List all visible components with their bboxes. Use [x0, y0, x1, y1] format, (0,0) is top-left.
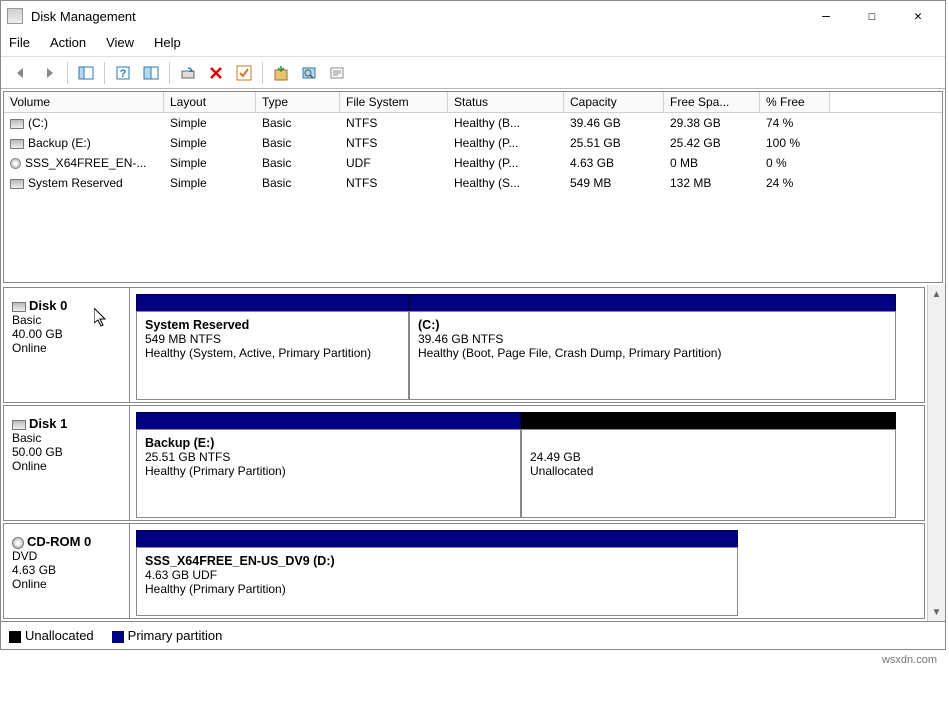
partition-strip-unalloc[interactable]: [521, 412, 896, 430]
partition-box[interactable]: 24.49 GBUnallocated: [521, 429, 896, 518]
partition-strip-primary[interactable]: [136, 530, 738, 548]
toolbar: ?: [1, 57, 945, 89]
disk-graphical-view[interactable]: Disk 0Basic40.00 GBOnlineSystem Reserved…: [1, 285, 927, 621]
forward-button[interactable]: [37, 61, 61, 85]
minimize-button[interactable]: —: [803, 2, 849, 30]
properties-icon[interactable]: [325, 61, 349, 85]
attribution: wsxdn.com: [0, 650, 949, 670]
delete-icon[interactable]: [204, 61, 228, 85]
col-type[interactable]: Type: [256, 92, 340, 112]
close-button[interactable]: ✕: [895, 2, 941, 30]
maximize-button[interactable]: ☐: [849, 2, 895, 30]
legend: Unallocated Primary partition: [1, 621, 945, 649]
svg-text:?: ?: [120, 68, 127, 80]
partition-box[interactable]: SSS_X64FREE_EN-US_DV9 (D:)4.63 GB UDFHea…: [136, 547, 738, 616]
col-filesystem[interactable]: File System: [340, 92, 448, 112]
volume-list[interactable]: Volume Layout Type File System Status Ca…: [3, 91, 943, 283]
scroll-down-icon[interactable]: ▼: [928, 603, 945, 621]
disk-row[interactable]: Disk 0Basic40.00 GBOnlineSystem Reserved…: [3, 287, 925, 403]
disk-row[interactable]: Disk 1Basic50.00 GBOnlineBackup (E:)25.5…: [3, 405, 925, 521]
app-icon: [7, 8, 23, 24]
col-status[interactable]: Status: [448, 92, 564, 112]
settings-view-icon[interactable]: [139, 61, 163, 85]
legend-primary-icon: [112, 631, 124, 643]
legend-unallocated-icon: [9, 631, 21, 643]
help-icon[interactable]: ?: [111, 61, 135, 85]
menu-help[interactable]: Help: [154, 35, 181, 50]
volume-list-header[interactable]: Volume Layout Type File System Status Ca…: [4, 92, 942, 113]
volume-icon: [10, 179, 24, 189]
volume-row[interactable]: SSS_X64FREE_EN-...SimpleBasicUDFHealthy …: [4, 153, 942, 173]
menu-action[interactable]: Action: [50, 35, 86, 50]
volume-icon: [10, 119, 24, 129]
legend-unallocated-label: Unallocated: [25, 628, 94, 643]
check-icon[interactable]: [232, 61, 256, 85]
disk-label[interactable]: Disk 1Basic50.00 GBOnline: [4, 406, 130, 520]
menubar: File Action View Help: [1, 31, 945, 57]
partition-strip-primary[interactable]: [409, 294, 896, 312]
volume-row[interactable]: (C:)SimpleBasicNTFSHealthy (B...39.46 GB…: [4, 113, 942, 133]
window-title: Disk Management: [31, 9, 803, 24]
scroll-up-icon[interactable]: ▲: [928, 285, 945, 303]
col-pctfree[interactable]: % Free: [760, 92, 830, 112]
menu-file[interactable]: File: [9, 35, 30, 50]
disk-management-window: Disk Management — ☐ ✕ File Action View H…: [0, 0, 946, 650]
disk-icon: [12, 420, 26, 430]
show-hide-console-tree-icon[interactable]: [74, 61, 98, 85]
disk-row[interactable]: CD-ROM 0DVD4.63 GBOnlineSSS_X64FREE_EN-U…: [3, 523, 925, 619]
partition-box[interactable]: (C:)39.46 GB NTFSHealthy (Boot, Page Fil…: [409, 311, 896, 400]
col-freespace[interactable]: Free Spa...: [664, 92, 760, 112]
partition-box[interactable]: System Reserved549 MB NTFSHealthy (Syste…: [136, 311, 409, 400]
rescan-disks-icon[interactable]: [269, 61, 293, 85]
disk-icon: [12, 537, 24, 549]
col-layout[interactable]: Layout: [164, 92, 256, 112]
disk-icon: [12, 302, 26, 312]
partition-strip-primary[interactable]: [136, 412, 521, 430]
menu-view[interactable]: View: [106, 35, 134, 50]
col-capacity[interactable]: Capacity: [564, 92, 664, 112]
volume-icon: [10, 139, 24, 149]
refresh-icon[interactable]: [176, 61, 200, 85]
scrollbar[interactable]: ▲ ▼: [927, 285, 945, 621]
volume-icon: [10, 158, 21, 169]
col-volume[interactable]: Volume: [4, 92, 164, 112]
back-button[interactable]: [9, 61, 33, 85]
volume-row[interactable]: Backup (E:)SimpleBasicNTFSHealthy (P...2…: [4, 133, 942, 153]
partition-strip-primary[interactable]: [136, 294, 409, 312]
volume-row[interactable]: System ReservedSimpleBasicNTFSHealthy (S…: [4, 173, 942, 193]
partition-box[interactable]: Backup (E:)25.51 GB NTFSHealthy (Primary…: [136, 429, 521, 518]
legend-primary-label: Primary partition: [128, 628, 223, 643]
disk-label[interactable]: CD-ROM 0DVD4.63 GBOnline: [4, 524, 130, 618]
titlebar[interactable]: Disk Management — ☐ ✕: [1, 1, 945, 31]
disk-label[interactable]: Disk 0Basic40.00 GBOnline: [4, 288, 130, 402]
search-icon[interactable]: [297, 61, 321, 85]
